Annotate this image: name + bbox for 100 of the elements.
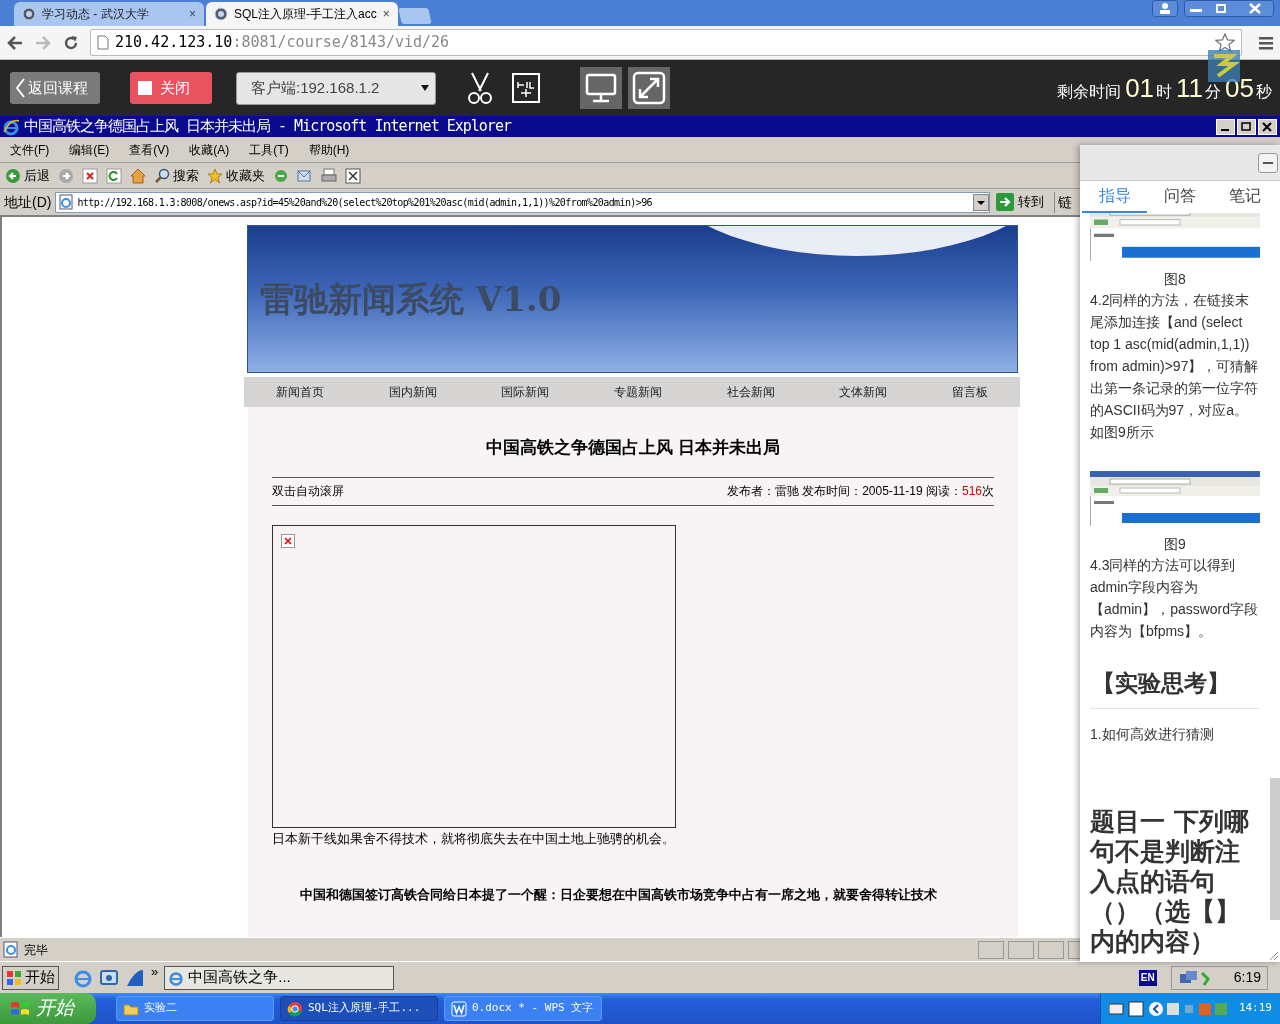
menu-item[interactable]: 查看(V) [129, 140, 170, 159]
desktop-icon[interactable] [99, 967, 119, 988]
reload-icon[interactable] [62, 33, 80, 52]
nav-link[interactable]: 国内新闻 [388, 383, 437, 401]
stop-icon[interactable] [82, 167, 98, 184]
fullscreen-icon[interactable] [628, 67, 670, 109]
close-tab-button[interactable]: × [189, 5, 196, 23]
figure-caption: 图9 [1163, 535, 1187, 554]
toolbar-button[interactable]: 后退 [4, 164, 51, 187]
nav-link[interactable]: 社会新闻 [726, 383, 775, 401]
panel-tab[interactable]: 问答 [1147, 181, 1213, 213]
close-tab-button[interactable]: × [382, 5, 390, 23]
article-title: 中国高铁之争德国占上风 日本并未出局 [485, 437, 781, 459]
timer-value: 11 [1176, 71, 1204, 105]
page-icon [58, 194, 75, 210]
timer-unit: 分 [1205, 81, 1222, 102]
page-icon [97, 35, 109, 50]
scrollbar-thumb[interactable] [1270, 778, 1280, 920]
star-icon [207, 167, 223, 184]
envelope-icon[interactable] [297, 167, 313, 184]
nav-link[interactable]: 留言板 [951, 383, 988, 401]
taskbar-window-button[interactable]: 中国高铁之争... [164, 965, 395, 990]
image-caption: 日本新干线如果舍不得技术，就将彻底失去在中国土地上驰骋的机会。 [272, 829, 676, 848]
nav-link[interactable]: 文体新闻 [839, 383, 888, 401]
menu-item[interactable]: 工具(T) [249, 140, 289, 159]
printer-icon[interactable] [321, 167, 337, 184]
stop-square-icon [138, 81, 152, 95]
question-text: 题目一 下列哪句不是判断注入点的语句（）（选【】内的内容） [1090, 807, 1250, 957]
monitor-icon[interactable] [580, 67, 622, 109]
globe-icon [22, 7, 36, 21]
browser-tab[interactable]: 学习动态 - 武汉大学 × [14, 2, 204, 26]
language-indicator[interactable]: EN [1138, 969, 1157, 986]
clock: 14:19 [1238, 1000, 1272, 1017]
timer-unit: 秒 [1256, 81, 1272, 102]
ctrl-key-icon[interactable] [512, 73, 540, 103]
client-select[interactable]: 客户端:192.168.1.2 [236, 71, 436, 105]
minimize-button[interactable] [1258, 152, 1278, 173]
chrome-logo-icon [287, 1000, 303, 1017]
globe-icon [214, 7, 228, 21]
nav-link[interactable]: 新闻首页 [276, 383, 325, 401]
status-pane [1008, 940, 1034, 959]
tab-title: SQL注入原理-手工注入acc [234, 6, 377, 23]
browser-tab[interactable]: SQL注入原理-手工注入acc × [206, 2, 398, 26]
edit-icon[interactable] [345, 167, 361, 184]
menu-item[interactable]: 收藏(A) [189, 140, 230, 159]
article-meta: 发布者：雷驰 发布时间：2005-11-19 阅读：516次 [726, 483, 994, 500]
tab-title: 学习动态 - 武汉大学 [42, 6, 150, 23]
start-button[interactable]: 开始 [2, 965, 59, 990]
chevron-left-icon [14, 77, 26, 99]
timer-value: 05 [1225, 71, 1254, 105]
site-title: 雷驰新闻系统 V1.0 [260, 277, 562, 321]
minus-icon [1263, 161, 1273, 164]
go-button[interactable]: 转到 [996, 192, 1045, 212]
nav-link[interactable]: 国际新闻 [501, 383, 550, 401]
taskbar-button[interactable]: SQL注入原理-手工... [280, 996, 438, 1021]
toolbar-button[interactable]: 收藏夹 [206, 164, 266, 187]
new-tab-button[interactable] [398, 8, 432, 24]
clock: 6:19 [1233, 968, 1261, 987]
links-label: 链 [1054, 191, 1073, 213]
media-icon[interactable] [273, 167, 289, 184]
ie-logo-icon [2, 117, 20, 136]
panel-tab[interactable]: 笔记 [1212, 181, 1278, 213]
status-pane [978, 940, 1004, 959]
fin-icon[interactable] [125, 967, 145, 988]
house-icon[interactable] [130, 167, 146, 184]
remaining-time-label: 剩余时间 [1057, 81, 1122, 102]
address-label: 地址(D) [4, 192, 52, 212]
menu-item[interactable]: 帮助(H) [308, 140, 350, 159]
url-text: 210.42.123.10:8081/course/8143/vid/26 [115, 32, 451, 54]
menu-item[interactable]: 编辑(E) [69, 140, 110, 159]
nav-link[interactable]: 专题新闻 [613, 383, 662, 401]
taskbar-button[interactable]: 0.docx * - WPS 文字 [444, 996, 602, 1021]
back-to-course-button[interactable]: 返回课程 [10, 72, 100, 104]
forward-icon[interactable] [58, 167, 74, 184]
resize-grip-icon[interactable] [1267, 949, 1279, 961]
window-controls-icon[interactable] [1184, 0, 1274, 17]
taskbar-button[interactable]: 实验二 [116, 996, 274, 1021]
close-button[interactable]: 关闭 [130, 72, 212, 104]
back-icon [5, 167, 21, 184]
menu-item[interactable]: 文件(F) [10, 140, 50, 159]
address-field[interactable]: http://192.168.1.3:8008/onews.asp?id=45%20and%20(select%20top%201%20asc(mid(admin,1,1))%20from%20admin)>96 [55, 191, 991, 213]
menu-icon[interactable] [1258, 34, 1274, 51]
search-icon [154, 167, 170, 184]
guide-paragraph: 4.2同样的方法，在链接末尾添加连接【and (select top 1 asc(mid(admin,1,1)) from admin)>97】，可猜解出第一条记录的第一位字符的ASCII码为97，对应a。如图9所示 [1090, 291, 1260, 442]
star-icon[interactable] [1215, 32, 1235, 53]
autoscroll-hint: 双击自动滚屏 [272, 483, 344, 500]
lead-paragraph: 中国和德国签订高铁合同给日本提了一个醒：日企要想在中国高铁市场竞争中占有一席之地，就要舍得转让技术 [299, 886, 938, 903]
window-title: 中国高铁之争德国占上风 日本并未出局 - Microsoft Internet Explorer [24, 116, 513, 138]
guide-paragraph: 1.如何高效进行猜测 [1090, 725, 1215, 744]
user-icon[interactable] [1152, 0, 1178, 17]
refresh-icon[interactable] [106, 167, 122, 184]
section-heading: 【实验思考】 [1091, 668, 1231, 698]
ie-logo-icon [168, 969, 185, 986]
window-buttons-icon[interactable] [1216, 118, 1278, 135]
address-bar[interactable]: 210.42.123.10:8081/course/8143/vid/26 [90, 29, 1242, 56]
more-quicklaunch-button[interactable]: » [151, 962, 159, 982]
toolbar-button[interactable]: 搜索 [153, 164, 200, 187]
back-arrow-icon[interactable] [6, 33, 24, 52]
scissors-icon[interactable] [466, 71, 494, 105]
dropdown-arrow-icon [421, 85, 429, 91]
